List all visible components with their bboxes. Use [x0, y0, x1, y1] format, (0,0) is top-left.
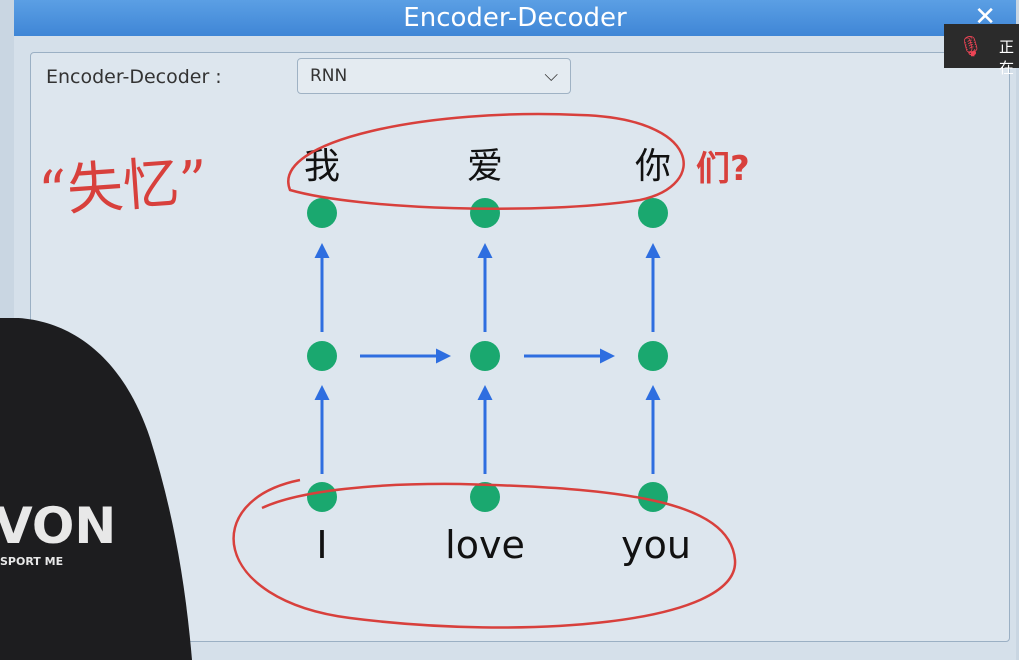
- node-bottom-3: [638, 482, 668, 512]
- shirt-subtext: SPORT ME: [0, 555, 63, 568]
- node-bottom-2: [470, 482, 500, 512]
- node-top-2: [470, 198, 500, 228]
- presenter-silhouette: VON SPORT ME: [0, 318, 192, 660]
- output-suffix-annotation: 们?: [696, 149, 750, 189]
- node-top-3: [638, 198, 668, 228]
- output-word-2: 爱: [467, 146, 503, 187]
- node-mid-3: [638, 341, 668, 371]
- input-word-3: you: [621, 523, 691, 567]
- node-mid-2: [470, 341, 500, 371]
- shirt-logo-text: VON: [0, 497, 116, 555]
- output-word-1: 我: [304, 146, 340, 187]
- input-word-2: love: [445, 523, 525, 567]
- node-mid-1: [307, 341, 337, 371]
- node-top-1: [307, 198, 337, 228]
- output-word-3: 你: [635, 146, 671, 187]
- handwritten-annotation: “失忆”: [36, 149, 209, 226]
- input-word-1: I: [316, 523, 327, 567]
- node-bottom-1: [307, 482, 337, 512]
